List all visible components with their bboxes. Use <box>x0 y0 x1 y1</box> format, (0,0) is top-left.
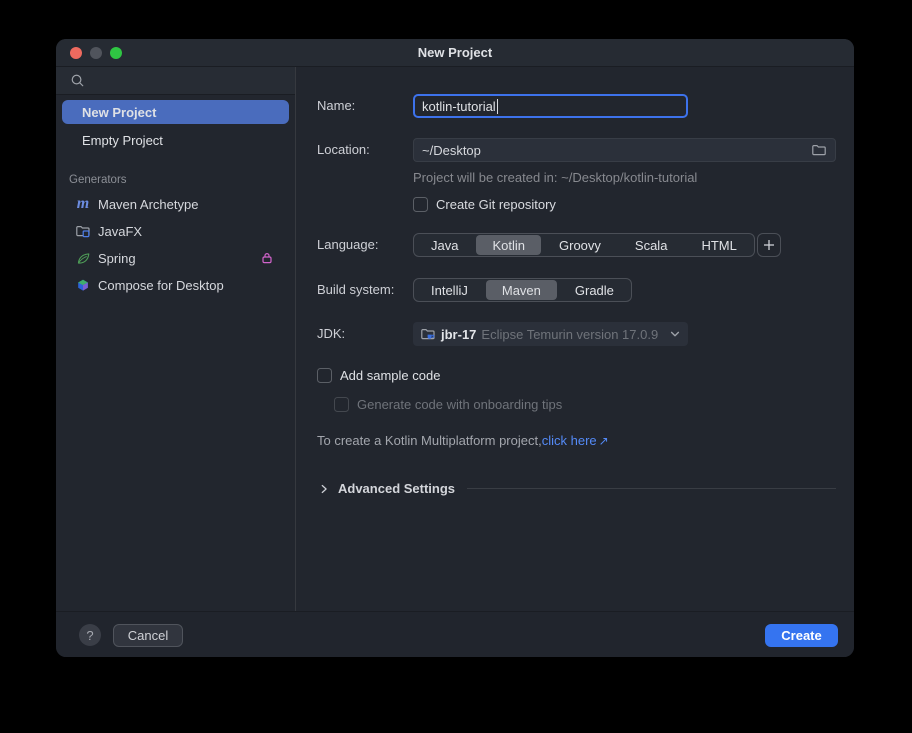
generators-heading: Generators <box>69 174 295 186</box>
help-icon: ? <box>86 628 93 643</box>
new-project-dialog: New Project New Project Empty Project Ge… <box>56 39 854 657</box>
language-option-groovy[interactable]: Groovy <box>542 234 618 256</box>
language-option-html[interactable]: HTML <box>684 234 753 256</box>
cancel-button[interactable]: Cancel <box>113 624 183 647</box>
git-checkbox-label: Create Git repository <box>436 197 556 212</box>
onboarding-label: Generate code with onboarding tips <box>357 397 562 412</box>
generator-label: Spring <box>98 251 136 266</box>
jdk-icon <box>420 326 436 342</box>
advanced-settings-label: Advanced Settings <box>338 481 455 496</box>
kmp-link[interactable]: click here <box>542 433 597 448</box>
close-button[interactable] <box>70 47 82 59</box>
lock-icon <box>260 251 274 265</box>
sidebar-item-new-project[interactable]: New Project <box>62 100 289 124</box>
build-segmented-control: IntelliJ Maven Gradle <box>413 278 632 302</box>
build-option-gradle[interactable]: Gradle <box>558 279 631 301</box>
jdk-label: JDK: <box>317 322 345 346</box>
maven-icon: m <box>75 196 91 212</box>
text-caret <box>497 99 499 114</box>
sample-code-label: Add sample code <box>340 368 440 383</box>
name-input[interactable]: kotlin-tutorial <box>413 94 688 118</box>
kmp-note-text: To create a Kotlin Multiplatform project… <box>317 433 542 448</box>
kmp-note: To create a Kotlin Multiplatform project… <box>317 433 609 448</box>
onboarding-checkbox <box>334 397 349 412</box>
help-button[interactable]: ? <box>79 624 101 646</box>
generator-label: Compose for Desktop <box>98 278 224 293</box>
traffic-lights <box>70 47 122 59</box>
footer: ? Cancel Create <box>56 611 854 657</box>
git-checkbox[interactable] <box>413 197 428 212</box>
add-language-button[interactable] <box>757 233 781 257</box>
name-value: kotlin-tutorial <box>422 99 496 114</box>
advanced-settings-toggle[interactable]: Advanced Settings <box>317 481 836 496</box>
location-input[interactable]: ~/Desktop <box>413 138 836 162</box>
sidebar-item-label: Empty Project <box>82 133 163 148</box>
sidebar-item-maven-archetype[interactable]: m Maven Archetype <box>62 192 289 216</box>
sidebar-item-javafx[interactable]: JavaFX <box>62 219 289 243</box>
javafx-icon <box>75 223 91 239</box>
sidebar-item-label: New Project <box>82 105 156 120</box>
name-label: Name: <box>317 94 355 118</box>
chevron-right-icon <box>317 482 331 496</box>
language-label: Language: <box>317 233 378 257</box>
language-option-java[interactable]: Java <box>414 234 475 256</box>
location-hint: Project will be created in: ~/Desktop/ko… <box>413 170 697 185</box>
create-button[interactable]: Create <box>765 624 838 647</box>
zoom-button[interactable] <box>110 47 122 59</box>
external-link-icon: ↗ <box>599 434 609 448</box>
jdk-description: Eclipse Temurin version 17.0.9 <box>481 327 658 342</box>
form-panel: Name: kotlin-tutorial Location: ~/Deskto… <box>297 67 854 611</box>
build-option-intellij[interactable]: IntelliJ <box>414 279 485 301</box>
build-system-label: Build system: <box>317 278 394 302</box>
sample-code-checkbox-row[interactable]: Add sample code <box>317 368 440 383</box>
language-option-kotlin[interactable]: Kotlin <box>476 235 541 255</box>
sidebar: New Project Empty Project Generators m M… <box>56 67 296 611</box>
sample-code-checkbox[interactable] <box>317 368 332 383</box>
browse-folder-icon[interactable] <box>811 142 827 158</box>
jdk-dropdown[interactable]: jbr-17 Eclipse Temurin version 17.0.9 <box>413 322 688 346</box>
sidebar-item-spring[interactable]: Spring <box>62 246 289 270</box>
sidebar-item-compose-for-desktop[interactable]: Compose for Desktop <box>62 273 289 297</box>
divider <box>467 488 836 489</box>
location-value: ~/Desktop <box>422 143 481 158</box>
language-option-scala[interactable]: Scala <box>618 234 685 256</box>
plus-icon <box>762 238 776 252</box>
chevron-down-icon <box>667 326 683 342</box>
build-option-maven[interactable]: Maven <box>486 280 557 300</box>
search-icon <box>70 73 85 88</box>
git-checkbox-row[interactable]: Create Git repository <box>413 197 556 212</box>
jdk-name: jbr-17 <box>441 327 476 342</box>
spring-icon <box>75 250 91 266</box>
generator-label: JavaFX <box>98 224 142 239</box>
window-title: New Project <box>418 45 492 60</box>
onboarding-checkbox-row: Generate code with onboarding tips <box>334 397 562 412</box>
sidebar-item-empty-project[interactable]: Empty Project <box>62 128 289 152</box>
generator-label: Maven Archetype <box>98 197 198 212</box>
compose-icon <box>75 277 91 293</box>
location-label: Location: <box>317 138 370 162</box>
titlebar: New Project <box>56 39 854 67</box>
language-segmented-control: Java Kotlin Groovy Scala HTML <box>413 233 755 257</box>
minimize-button <box>90 47 102 59</box>
sidebar-search[interactable] <box>56 67 295 95</box>
